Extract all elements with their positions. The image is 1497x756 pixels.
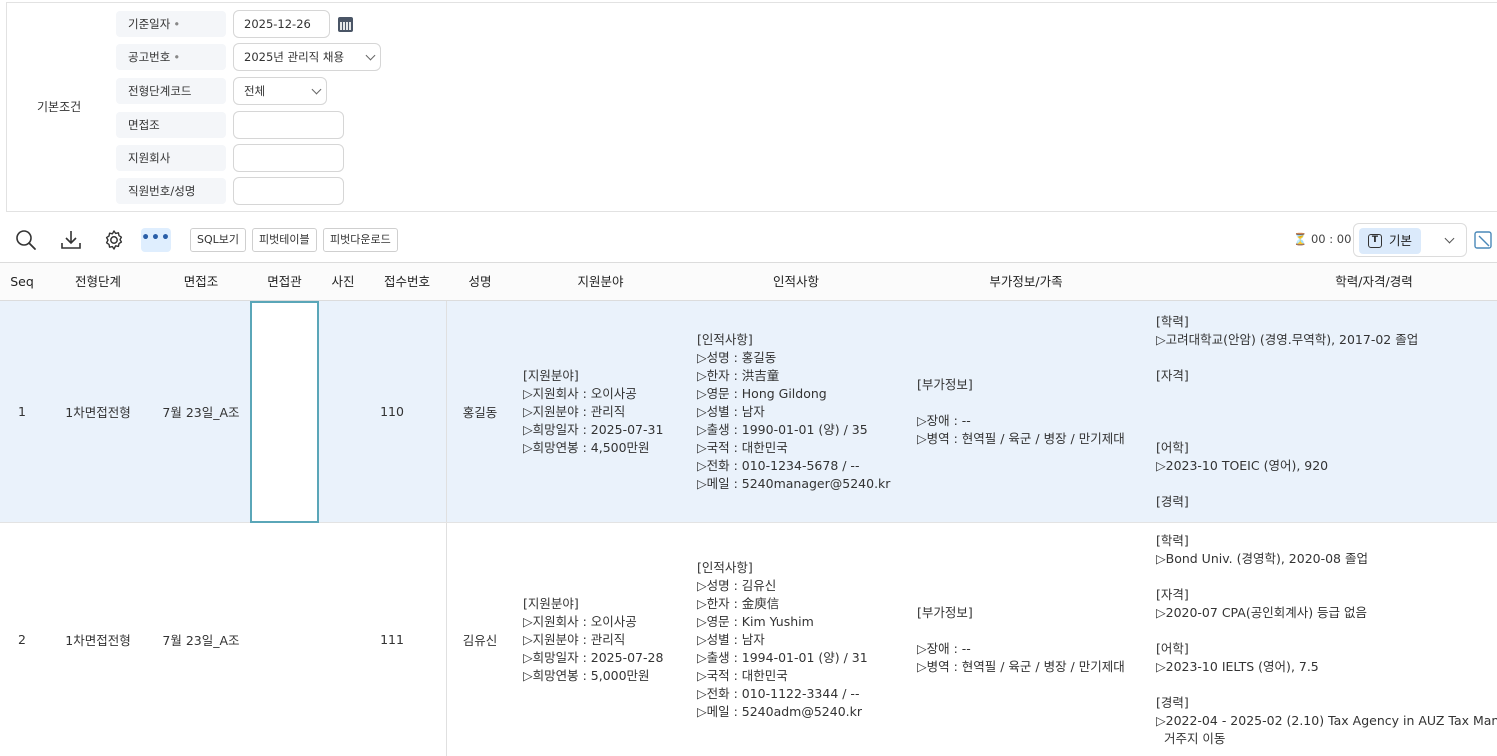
base-date-input[interactable]: 2025-12-26 xyxy=(233,10,330,38)
search-condition-panel: 기본조건 기준일자 • 2025-12-26 공고번호 • 2025년 관리직 채용… xyxy=(6,2,1497,212)
sql-view-button[interactable]: SQL보기 xyxy=(190,228,247,252)
cell-interviewer[interactable] xyxy=(250,523,319,756)
cell-field: [지원분야] ▷지원회사 : 오이사공 ▷지원분야 : 관리직 ▷희망일자 : … xyxy=(523,367,664,455)
cond-row-interview-group: 면접조 xyxy=(116,111,344,139)
header-edu[interactable]: 학력/자격/경력 xyxy=(1148,263,1497,301)
table-row[interactable]: 1 1차면접전형 7월 23일_A조 110 홍길동 [지원분야] ▷지원회사 … xyxy=(0,301,1497,523)
cell-name: 홍길동 xyxy=(462,405,498,420)
cell-extra: [부가정보] ▷장애 : -- ▷병역 : 현역필 / 육군 / 병장 / 만기… xyxy=(917,604,1125,674)
emp-name-label: 직원번호/성명 xyxy=(116,178,226,204)
cell-edu: [학력] ▷고려대학교(안암) (경영.무역학), 2017-02 졸업 [자격… xyxy=(1156,313,1419,509)
header-group[interactable]: 면접조 xyxy=(152,263,250,301)
view-mode-select[interactable]: T 기본 xyxy=(1353,223,1467,257)
notice-no-label: 공고번호 • xyxy=(116,44,226,70)
applicant-grid: Seq 전형단계 면접조 면접관 사진 접수번호 성명 지원분야 인적사항 부가… xyxy=(0,262,1497,756)
stage-code-label: 전형단계코드 xyxy=(116,78,226,104)
interview-group-label: 면접조 xyxy=(116,112,226,138)
cell-seq: 2 xyxy=(18,632,26,647)
cond-row-company: 지원회사 xyxy=(116,144,344,172)
header-photo[interactable]: 사진 xyxy=(319,263,367,301)
interview-group-input[interactable] xyxy=(233,111,344,139)
pivot-download-button[interactable]: 피벗다운로드 xyxy=(323,228,398,252)
notice-no-select[interactable]: 2025년 관리직 채용 xyxy=(233,43,381,71)
hourglass-icon: ⏳ xyxy=(1293,232,1308,246)
cell-stage: 1차면접전형 xyxy=(65,633,131,648)
expand-icon[interactable] xyxy=(1473,230,1493,250)
company-label: 지원회사 xyxy=(116,145,226,171)
company-input[interactable] xyxy=(233,144,344,172)
header-stage[interactable]: 전형단계 xyxy=(44,263,152,301)
cell-personal: [인적사항] ▷성명 : 김유신 ▷한자 : 金庾信 ▷영문 : Kim Yus… xyxy=(697,559,868,719)
search-icon[interactable] xyxy=(14,228,38,252)
view-mode-chip: T 기본 xyxy=(1359,228,1421,254)
header-field[interactable]: 지원분야 xyxy=(513,263,688,301)
pivot-table-button[interactable]: 피벗테이블 xyxy=(252,228,317,252)
calendar-icon[interactable] xyxy=(338,16,353,32)
cell-personal: [인적사항] ▷성명 : 홍길동 ▷한자 : 洪吉童 ▷영문 : Hong Gi… xyxy=(697,331,891,491)
elapsed-timer: ⏳ 00 : 00 xyxy=(1293,232,1352,246)
gear-icon[interactable] xyxy=(102,228,126,252)
emp-name-input[interactable] xyxy=(233,177,344,205)
cell-receipt: 111 xyxy=(380,632,404,647)
cell-group: 7월 23일_A조 xyxy=(162,405,240,420)
header-personal[interactable]: 인적사항 xyxy=(688,263,904,301)
cell-field: [지원분야] ▷지원회사 : 오이사공 ▷지원분야 : 관리직 ▷희망일자 : … xyxy=(523,595,664,683)
cell-photo xyxy=(319,301,367,522)
condition-group-label: 기본조건 xyxy=(37,100,82,114)
cell-photo xyxy=(319,523,367,756)
cond-row-notice-no: 공고번호 • 2025년 관리직 채용 xyxy=(116,43,381,71)
grid-header: Seq 전형단계 면접조 면접관 사진 접수번호 성명 지원분야 인적사항 부가… xyxy=(0,262,1497,301)
stage-code-select[interactable]: 전체 xyxy=(233,77,327,105)
cond-row-stage-code: 전형단계코드 전체 xyxy=(116,77,327,105)
cell-receipt: 110 xyxy=(380,404,404,419)
text-mode-icon: T xyxy=(1368,234,1382,248)
cell-seq: 1 xyxy=(18,404,26,419)
grid-toolbar: ••• SQL보기 피벗테이블 피벗다운로드 ⏳ 00 : 00 T 기본 xyxy=(0,222,1497,258)
cond-row-base-date: 기준일자 • 2025-12-26 xyxy=(116,10,353,38)
header-interviewer[interactable]: 면접관 xyxy=(250,263,319,301)
cell-edu: [학력] ▷Bond Univ. (경영학), 2020-08 졸업 [자격] … xyxy=(1156,532,1497,746)
cond-row-emp-name: 직원번호/성명 xyxy=(116,177,344,205)
more-button[interactable]: ••• xyxy=(141,228,171,252)
chevron-down-icon xyxy=(365,50,376,61)
cell-group: 7월 23일_A조 xyxy=(162,633,240,648)
cell-interviewer-editor[interactable] xyxy=(250,301,319,523)
base-date-label: 기준일자 • xyxy=(116,11,226,37)
download-icon[interactable] xyxy=(59,228,83,252)
cell-extra: [부가정보] ▷장애 : -- ▷병역 : 현역필 / 육군 / 병장 / 만기… xyxy=(917,376,1125,446)
header-receipt[interactable]: 접수번호 xyxy=(367,263,447,301)
table-row[interactable]: 2 1차면접전형 7월 23일_A조 111 김유신 [지원분야] ▷지원회사 … xyxy=(0,523,1497,756)
chevron-down-icon xyxy=(1444,233,1455,244)
chevron-down-icon xyxy=(311,84,322,95)
header-seq[interactable]: Seq xyxy=(0,263,44,301)
cell-name: 김유신 xyxy=(462,633,498,648)
header-extra[interactable]: 부가정보/가족 xyxy=(904,263,1148,301)
header-name[interactable]: 성명 xyxy=(447,263,513,301)
cell-stage: 1차면접전형 xyxy=(65,405,131,420)
